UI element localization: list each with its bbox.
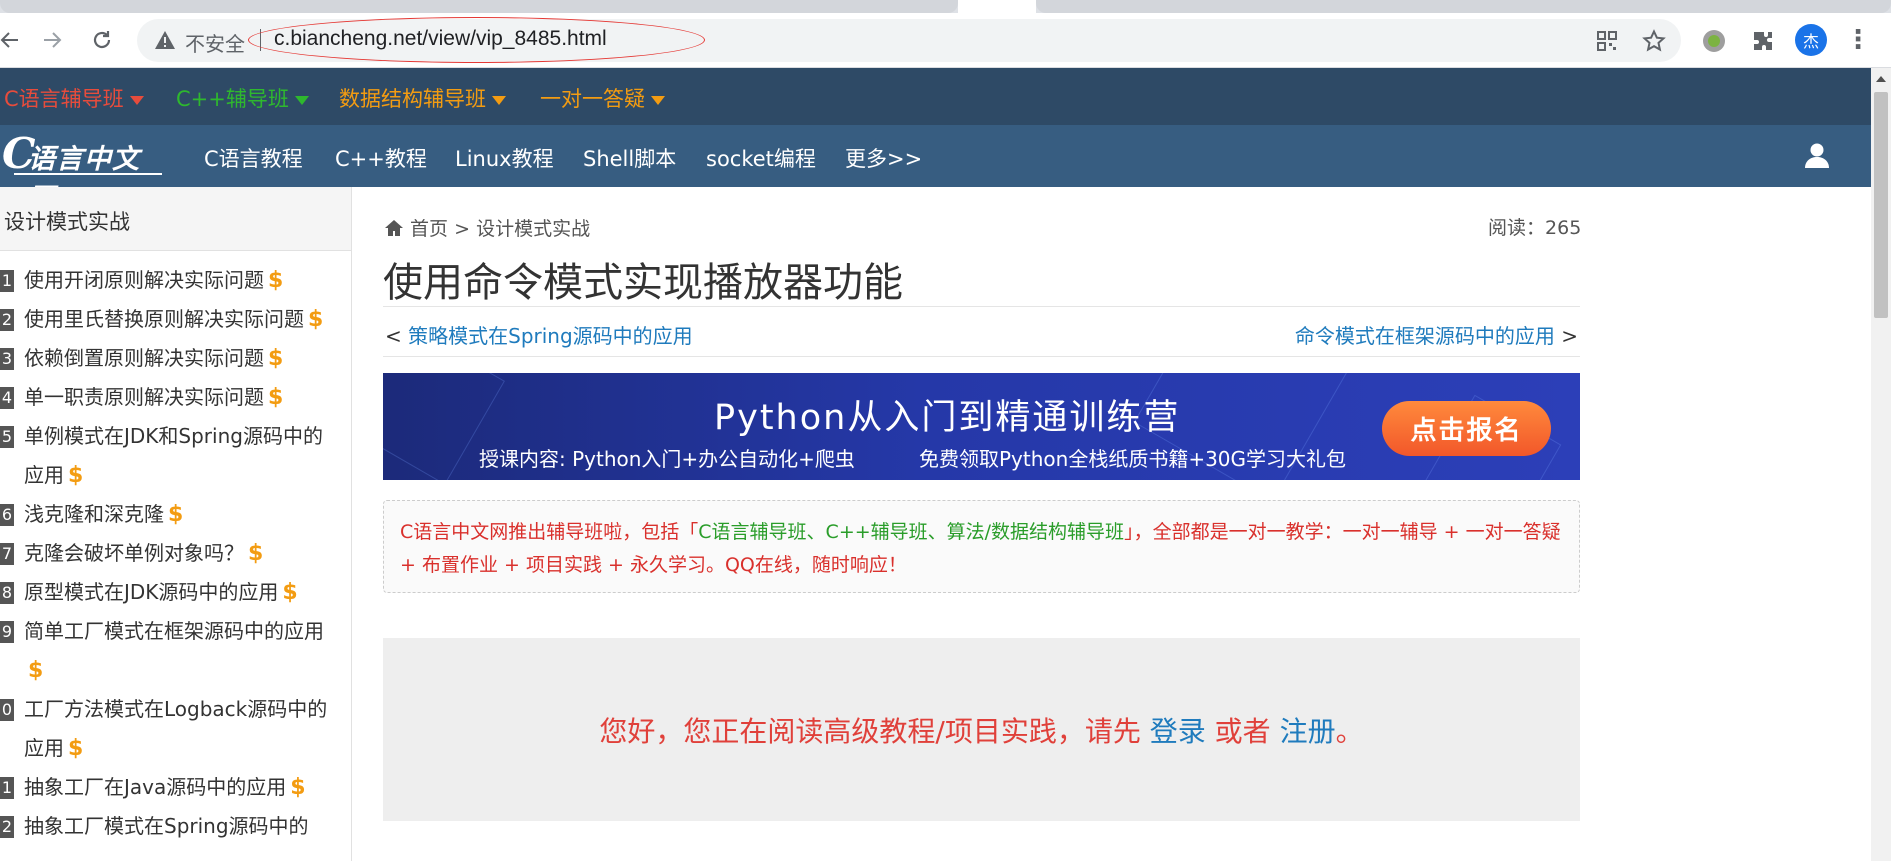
paid-dollar-icon: $ bbox=[282, 580, 298, 605]
banner-title: Python从入门到精通训练营 bbox=[714, 398, 1181, 438]
promo-bar: C语言辅导班 C++辅导班 数据结构辅导班 一对一答疑 bbox=[0, 68, 1871, 125]
paid-dollar-icon: $ bbox=[268, 268, 284, 293]
promo-qa[interactable]: 一对一答疑 bbox=[540, 83, 665, 113]
warning-icon[interactable] bbox=[153, 28, 177, 52]
nav-cpp-tutorial[interactable]: C++教程 bbox=[335, 143, 427, 173]
browser-tab[interactable] bbox=[1036, 0, 1891, 13]
promo-cpp-class[interactable]: C++辅导班 bbox=[176, 83, 309, 113]
back-icon[interactable] bbox=[0, 23, 26, 57]
breadcrumb-home[interactable]: 首页 bbox=[410, 218, 448, 240]
nav-socket[interactable]: socket编程 bbox=[706, 143, 816, 173]
sidebar-item[interactable]: 3 依赖倒置原则解决实际问题 $ bbox=[0, 339, 330, 378]
url-text[interactable]: c.biancheng.net/view/vip_8485.html bbox=[274, 27, 607, 51]
insecure-label[interactable]: 不安全 bbox=[185, 28, 245, 57]
divider bbox=[383, 356, 1580, 357]
caret-down-icon bbox=[651, 95, 665, 105]
prev-article: < 策略模式在Spring源码中的应用 bbox=[385, 324, 693, 348]
caret-down-icon bbox=[294, 95, 309, 105]
nav-shell-script[interactable]: Shell脚本 bbox=[583, 143, 676, 173]
sidebar-item[interactable]: 5 单例模式在JDK和Spring源码中的应用 $ bbox=[0, 417, 330, 495]
paid-dollar-icon: $ bbox=[68, 736, 84, 761]
login-prompt-box: 您好，您正在阅读高级教程/项目实践，请先 登录 或者 注册。 bbox=[383, 638, 1580, 821]
nav-linux-tutorial[interactable]: Linux教程 bbox=[455, 143, 554, 173]
breadcrumb: 首页 > 设计模式实战 bbox=[384, 214, 590, 241]
browser-menu-icon[interactable]: ⋮ bbox=[1845, 24, 1871, 56]
browser-tab[interactable] bbox=[0, 0, 958, 13]
profile-avatar[interactable]: 杰 bbox=[1795, 24, 1827, 56]
caret-down-icon bbox=[492, 95, 506, 105]
home-icon[interactable] bbox=[384, 219, 404, 237]
view-count: 阅读：265 bbox=[1488, 217, 1582, 239]
bookmark-star-icon[interactable] bbox=[1640, 27, 1668, 55]
sidebar-header: 设计模式实战 bbox=[0, 187, 351, 251]
address-bar[interactable]: 不安全 c.biancheng.net/view/vip_8485.html bbox=[137, 17, 1681, 63]
sidebar-item[interactable]: 1 使用开闭原则解决实际问题 $ bbox=[0, 261, 330, 300]
page-scrollbar[interactable] bbox=[1871, 68, 1891, 861]
page-title: 使用命令模式实现播放器功能 bbox=[383, 260, 903, 306]
extensions-puzzle-icon[interactable] bbox=[1747, 25, 1779, 57]
site-logo[interactable]: C 语言中文网 bbox=[2, 129, 164, 214]
sidebar-item[interactable]: 4 单一职责原则解决实际问题 $ bbox=[0, 378, 330, 417]
next-article-link[interactable]: 命令模式在框架源码中的应用 bbox=[1295, 324, 1555, 348]
paid-dollar-icon: $ bbox=[68, 463, 84, 488]
divider bbox=[260, 29, 261, 51]
sidebar-item[interactable]: 9 简单工厂模式在框架源码中的应用$ bbox=[0, 612, 330, 690]
paid-dollar-icon: $ bbox=[28, 658, 44, 683]
nav-more[interactable]: 更多>> bbox=[845, 143, 922, 173]
sidebar-list: 1 使用开闭原则解决实际问题 $ 2 使用里氏替换原则解决实际问题 $ 3 依赖倒置原则解… bbox=[0, 261, 330, 846]
paid-dollar-icon: $ bbox=[248, 541, 264, 566]
promo-c-class[interactable]: C语言辅导班 bbox=[4, 83, 144, 113]
sidebar: 设计模式实战 1 使用开闭原则解决实际问题 $ 2 使用里氏替换原则解决实际问题 $ 3… bbox=[0, 187, 352, 861]
sidebar-item[interactable]: 1 抽象工厂在Java源码中的应用 $ bbox=[0, 768, 330, 807]
notice-box: C语言中文网推出辅导班啦，包括「C语言辅导班、C++辅导班、算法/数据结构辅导班… bbox=[383, 500, 1580, 593]
banner-subtitle-2: 免费领取Python全栈纸质书籍+30G学习大礼包 bbox=[919, 447, 1347, 471]
forward-icon[interactable] bbox=[36, 23, 70, 57]
banner-subtitle: 授课内容: Python入门+办公自动化+爬虫 bbox=[479, 447, 855, 471]
login-prompt: 您好，您正在阅读高级教程/项目实践，请先 登录 或者 注册。 bbox=[599, 715, 1364, 748]
next-article: 命令模式在框架源码中的应用 > bbox=[1294, 324, 1578, 348]
prev-article-link[interactable]: 策略模式在Spring源码中的应用 bbox=[408, 324, 693, 348]
paid-dollar-icon: $ bbox=[308, 307, 324, 332]
sidebar-item[interactable]: 0 工厂方法模式在Logback源码中的应用 $ bbox=[0, 690, 330, 768]
breadcrumb-separator: > bbox=[454, 218, 471, 240]
sidebar-item[interactable]: 7 克隆会破坏单例对象吗？ $ bbox=[0, 534, 330, 573]
user-icon[interactable] bbox=[1802, 141, 1832, 171]
register-link[interactable]: 注册 bbox=[1280, 715, 1336, 748]
sidebar-title: 设计模式实战 bbox=[4, 210, 130, 234]
breadcrumb-section[interactable]: 设计模式实战 bbox=[476, 218, 590, 240]
paid-dollar-icon: $ bbox=[168, 502, 184, 527]
paid-dollar-icon: $ bbox=[268, 346, 284, 371]
sidebar-item[interactable]: 2 使用里氏替换原则解决实际问题 $ bbox=[0, 300, 330, 339]
paid-dollar-icon: $ bbox=[290, 775, 306, 800]
sidebar-item[interactable]: 6 浅克隆和深克隆 $ bbox=[0, 495, 330, 534]
scrollbar-thumb[interactable] bbox=[1874, 92, 1888, 318]
tab-strip bbox=[0, 0, 1891, 13]
nav-c-tutorial[interactable]: C语言教程 bbox=[204, 143, 303, 173]
caret-down-icon bbox=[129, 95, 144, 105]
login-link[interactable]: 登录 bbox=[1150, 715, 1206, 748]
divider bbox=[383, 306, 1580, 307]
scroll-up-icon[interactable] bbox=[1876, 76, 1886, 82]
browser-toolbar: 不安全 c.biancheng.net/view/vip_8485.html 杰… bbox=[0, 13, 1891, 68]
sidebar-item[interactable]: 2 抽象工厂模式在Spring源码中的 bbox=[0, 807, 330, 846]
signup-button[interactable]: 点击报名 bbox=[1382, 401, 1551, 456]
main-nav: C 语言中文网 C语言教程 C++教程 Linux教程 Shell脚本 sock… bbox=[0, 125, 1871, 214]
python-ad-banner[interactable]: Python从入门到精通训练营 授课内容: Python入门+办公自动化+爬虫 … bbox=[383, 373, 1580, 480]
active-tab-edge bbox=[958, 0, 1036, 13]
qr-code-icon[interactable] bbox=[1593, 27, 1621, 55]
promo-ds-class[interactable]: 数据结构辅导班 bbox=[339, 83, 506, 113]
paid-dollar-icon: $ bbox=[268, 385, 284, 410]
sidebar-item[interactable]: 8 原型模式在JDK源码中的应用 $ bbox=[0, 573, 330, 612]
reload-icon[interactable] bbox=[85, 23, 119, 57]
extension-circle-icon[interactable] bbox=[1698, 25, 1730, 57]
